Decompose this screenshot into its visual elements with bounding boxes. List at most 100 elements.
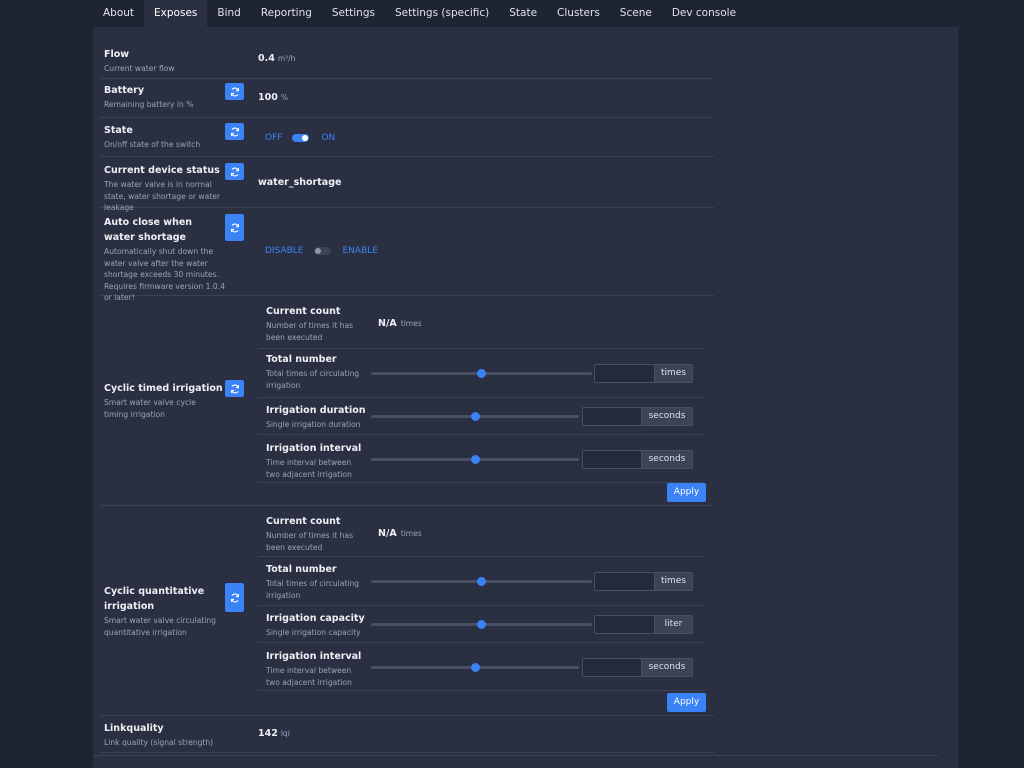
auto-close-desc: Automatically shut down the water valve … <box>104 247 225 302</box>
total-number-unit: times <box>655 364 693 383</box>
capacity-slider[interactable] <box>371 620 592 629</box>
linkquality-value: 142 lqi <box>258 728 290 739</box>
cyclic-timed-interval: Irrigation interval Time interval betwee… <box>258 435 704 483</box>
interval-input[interactable] <box>582 658 642 677</box>
interval-slider[interactable] <box>371 455 579 464</box>
total-number-desc: Total times of circulating irrigation <box>266 579 360 600</box>
current-count-name: Current count <box>266 516 341 527</box>
tab-clusters[interactable]: Clusters <box>547 0 610 27</box>
flow-value-number: 0.4 <box>258 53 275 64</box>
duration-input[interactable] <box>582 407 642 426</box>
cyclic-quant-row: Cyclic quantitative irrigation Smart wat… <box>100 506 714 716</box>
linkquality-name: Linkquality <box>104 723 164 734</box>
tab-bind[interactable]: Bind <box>207 0 250 27</box>
tab-reporting[interactable]: Reporting <box>251 0 322 27</box>
linkquality-row: Linkquality Link quality (signal strengt… <box>100 716 714 753</box>
state-refresh-button[interactable] <box>225 123 244 140</box>
tab-settings-specific[interactable]: Settings (specific) <box>385 0 499 27</box>
interval-unit: seconds <box>642 658 693 677</box>
tab-dev-console[interactable]: Dev console <box>662 0 746 27</box>
duration-slider[interactable] <box>371 412 579 421</box>
tab-exposes[interactable]: Exposes <box>144 0 208 27</box>
refresh-icon <box>230 223 239 232</box>
capacity-name: Irrigation capacity <box>266 613 365 624</box>
slider-thumb[interactable] <box>470 663 480 672</box>
tab-about[interactable]: About <box>93 0 144 27</box>
interval-input[interactable] <box>582 450 642 469</box>
device-status-label: Current device status The water valve is… <box>104 163 228 214</box>
interval-label: Irrigation interval Time interval betwee… <box>266 441 366 480</box>
exposes-panel: Flow Current water flow 0.4 m³/h Battery … <box>93 27 958 768</box>
tab-state[interactable]: State <box>499 0 547 27</box>
slider-thumb[interactable] <box>477 620 486 629</box>
state-switch[interactable] <box>292 134 310 142</box>
cyclic-quant-interval: Irrigation interval Time interval betwee… <box>258 643 704 691</box>
battery-label: Battery Remaining battery in % <box>104 83 222 111</box>
total-number-input[interactable] <box>594 572 655 591</box>
state-off-label[interactable]: OFF <box>265 133 282 143</box>
total-number-input[interactable] <box>594 364 655 383</box>
duration-label: Irrigation duration Single irrigation du… <box>266 403 376 431</box>
cyclic-quant-refresh-button[interactable] <box>225 583 244 612</box>
tab-settings[interactable]: Settings <box>322 0 385 27</box>
refresh-icon <box>230 167 239 176</box>
refresh-icon <box>230 593 239 602</box>
current-count-value: N/A times <box>378 318 422 329</box>
linkquality-label: Linkquality Link quality (signal strengt… <box>104 721 234 749</box>
battery-desc: Remaining battery in % <box>104 100 194 109</box>
state-row: State On/off state of the switch OFF ON <box>100 118 714 157</box>
duration-name: Irrigation duration <box>266 405 366 416</box>
capacity-unit: liter <box>655 615 693 634</box>
auto-close-switch[interactable] <box>313 247 331 255</box>
total-number-slider[interactable] <box>371 577 592 586</box>
slider-thumb[interactable] <box>477 369 486 378</box>
auto-close-toggle: DISABLE ENABLE <box>265 246 378 256</box>
cyclic-quant-apply-button[interactable]: Apply <box>667 693 706 712</box>
current-count-name: Current count <box>266 306 341 317</box>
interval-name: Irrigation interval <box>266 651 362 662</box>
linkquality-unit: lqi <box>280 729 290 738</box>
battery-refresh-button[interactable] <box>225 83 244 100</box>
tab-bar: About Exposes Bind Reporting Settings Se… <box>93 0 746 27</box>
total-number-unit: times <box>655 572 693 591</box>
current-count-unit: times <box>400 529 422 538</box>
flow-label: Flow Current water flow <box>104 47 222 75</box>
refresh-icon <box>230 87 239 96</box>
auto-close-refresh-button[interactable] <box>225 214 244 241</box>
slider-thumb[interactable] <box>470 455 480 464</box>
battery-value: 100% <box>258 92 288 103</box>
device-status-refresh-button[interactable] <box>225 163 244 180</box>
interval-desc: Time interval between two adjacent irrig… <box>266 458 352 479</box>
auto-close-enable-label[interactable]: ENABLE <box>343 246 378 256</box>
cyclic-timed-duration: Irrigation duration Single irrigation du… <box>258 398 704 435</box>
auto-close-disable-label[interactable]: DISABLE <box>265 246 304 256</box>
cyclic-timed-refresh-button[interactable] <box>225 380 244 397</box>
current-count-desc: Number of times it has been executed <box>266 531 354 552</box>
cyclic-quant-name: Cyclic quantitative irrigation <box>104 586 205 612</box>
auto-close-name: Auto close when water shortage <box>104 217 193 243</box>
current-count-unit: times <box>400 319 422 328</box>
current-count-number: N/A <box>378 318 397 329</box>
state-label: State On/off state of the switch <box>104 123 222 151</box>
interval-slider[interactable] <box>371 663 579 672</box>
linkquality-desc: Link quality (signal strength) <box>104 738 214 747</box>
state-name: State <box>104 125 133 136</box>
slider-thumb[interactable] <box>470 412 480 421</box>
total-number-slider[interactable] <box>371 369 592 378</box>
cyclic-quant-current-count: Current count Number of times it has bee… <box>258 510 704 557</box>
cyclic-quant-label: Cyclic quantitative irrigation Smart wat… <box>104 584 219 638</box>
capacity-input[interactable] <box>594 615 655 634</box>
linkquality-number: 142 <box>258 728 278 739</box>
state-toggle: OFF ON <box>265 133 335 143</box>
state-on-label[interactable]: ON <box>321 133 335 143</box>
cyclic-timed-label: Cyclic timed irrigation Smart water valv… <box>104 381 223 420</box>
tab-scene[interactable]: Scene <box>610 0 662 27</box>
cyclic-timed-row: Cyclic timed irrigation Smart water valv… <box>100 296 714 506</box>
slider-thumb[interactable] <box>477 577 486 586</box>
duration-unit: seconds <box>642 407 693 426</box>
cyclic-timed-current-count: Current count Number of times it has bee… <box>258 300 704 349</box>
refresh-icon <box>230 127 239 136</box>
auto-close-label: Auto close when water shortage Automatic… <box>104 215 234 304</box>
device-status-name: Current device status <box>104 165 220 176</box>
cyclic-timed-apply-button[interactable]: Apply <box>667 483 706 502</box>
